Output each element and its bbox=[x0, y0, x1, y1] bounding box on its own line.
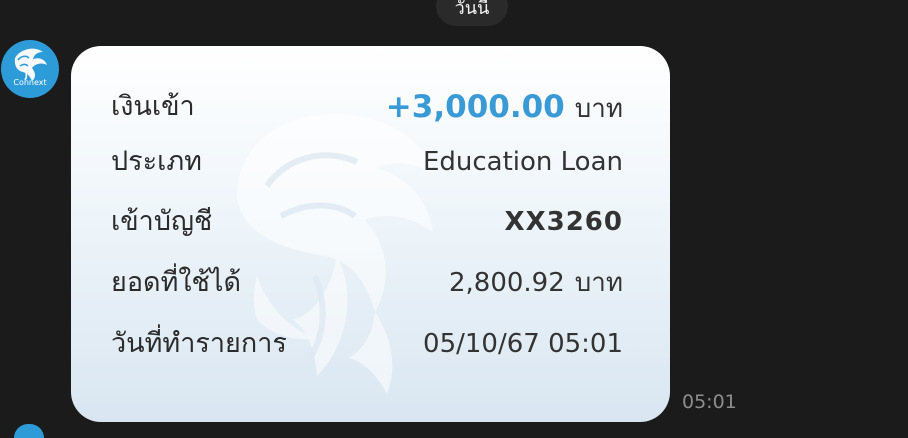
date-label: วันนี้ bbox=[454, 0, 490, 19]
sender-avatar[interactable]: Connext bbox=[1, 40, 59, 98]
account-value: XX3260 bbox=[504, 207, 623, 237]
avatar-label: Connext bbox=[13, 78, 47, 87]
available-balance-number: 2,800.92 bbox=[448, 268, 565, 298]
row-type: ประเภท Education Loan bbox=[111, 140, 623, 184]
next-message-avatar bbox=[14, 424, 44, 438]
krungthai-bird-logo-icon bbox=[14, 48, 48, 81]
row-transaction-date: วันที่ทำรายการ 05/10/67 05:01 bbox=[111, 322, 623, 366]
amount-label: เงินเข้า bbox=[111, 91, 195, 122]
date-separator: วันนี้ bbox=[436, 0, 508, 26]
amount-unit: บาท bbox=[574, 94, 623, 124]
available-balance-label: ยอดที่ใช้ได้ bbox=[111, 267, 241, 298]
type-label: ประเภท bbox=[111, 146, 202, 177]
row-amount: เงินเข้า +3,000.00 บาท bbox=[111, 85, 623, 129]
row-account: เข้าบัญชี XX3260 bbox=[111, 200, 623, 244]
amount-value: +3,000.00 บาท bbox=[386, 85, 623, 131]
transaction-message-card: เงินเข้า +3,000.00 บาท ประเภท Education L… bbox=[71, 46, 670, 422]
available-balance-unit: บาท bbox=[574, 268, 623, 298]
available-balance-value: 2,800.92 บาท bbox=[449, 261, 623, 305]
message-timestamp: 05:01 bbox=[682, 391, 737, 413]
row-available-balance: ยอดที่ใช้ได้ 2,800.92 บาท bbox=[111, 261, 623, 305]
transaction-date-value: 05/10/67 05:01 bbox=[423, 329, 623, 359]
account-label: เข้าบัญชี bbox=[111, 206, 213, 237]
amount-number: +3,000.00 bbox=[385, 89, 565, 125]
type-value: Education Loan bbox=[422, 147, 623, 177]
transaction-date-label: วันที่ทำรายการ bbox=[111, 328, 287, 359]
